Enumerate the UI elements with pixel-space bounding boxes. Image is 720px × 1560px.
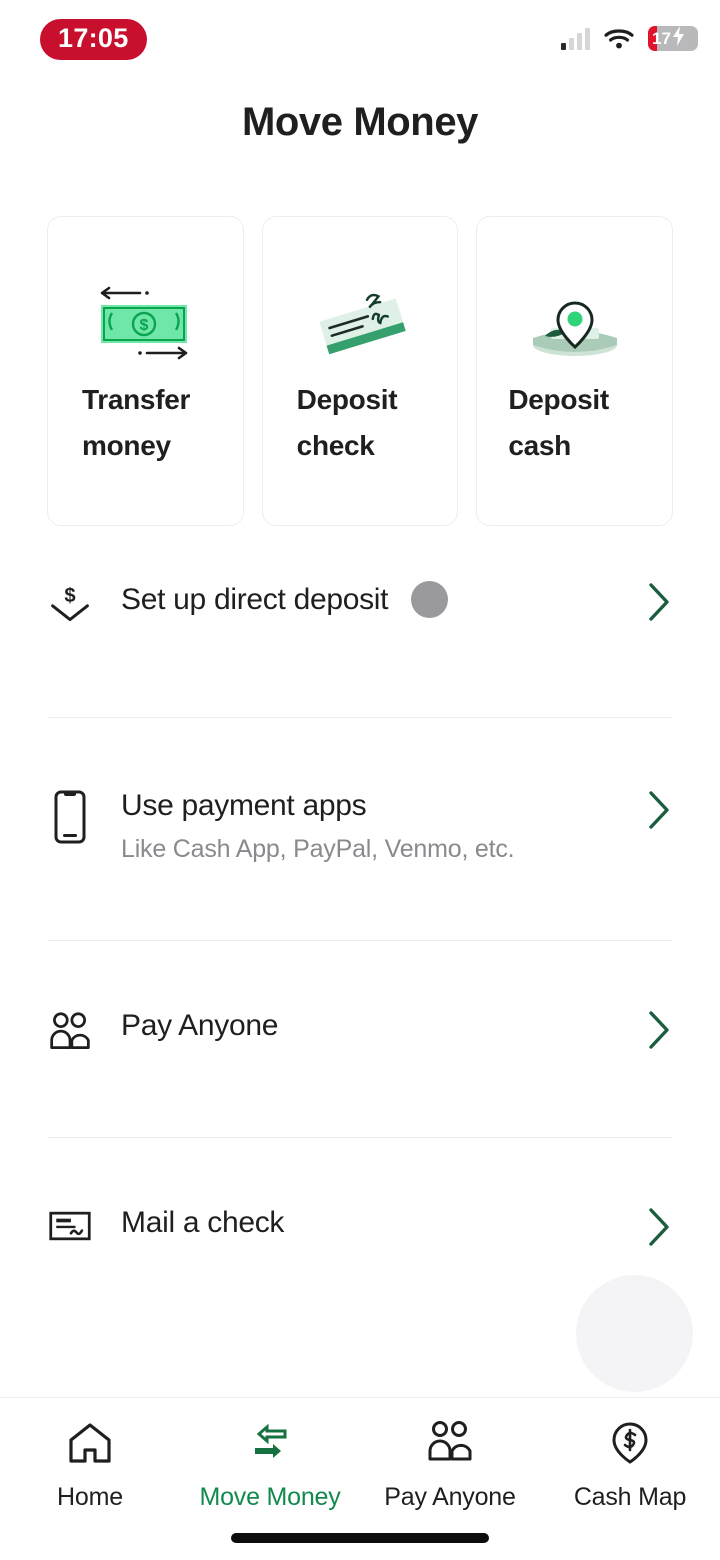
two-people-icon [48,1009,92,1057]
list-item-pay-anyone[interactable]: Pay Anyone [0,979,720,1087]
nav-item-label: Cash Map [573,1483,687,1511]
list-item-text: Set up direct deposit [121,581,634,618]
card-deposit-check[interactable]: Deposit check [261,216,459,526]
card-transfer-money[interactable]: $ Transfer money [47,216,244,526]
status-bar-indicators: 17 [561,26,698,51]
quick-action-cards: $ Transfer money Deposit check Deposit c… [47,216,674,526]
swap-arrows-icon [245,1420,295,1471]
list-item-payment-apps[interactable]: Use payment apps Like Cash App, PayPal, … [0,759,720,890]
list-item-title-wrap: Use payment apps [121,789,634,822]
nav-item-cash-map[interactable]: Cash Map [540,1398,720,1560]
list-item-subtitle: Like Cash App, PayPal, Venmo, etc. [121,835,515,863]
battery-level: 17 [652,29,671,48]
list-item-direct-deposit[interactable]: $ Set up direct deposit [0,560,720,648]
dollar-download-icon: $ [48,581,92,627]
deposit-check-illustration [263,283,458,363]
home-indicator [231,1533,489,1543]
card-label: Deposit check [296,384,398,462]
list-item-text: Pay Anyone [121,1009,634,1042]
card-label: Transfer money [82,384,191,462]
charging-bolt-icon [672,26,685,51]
list-item-title-wrap: Mail a check [121,1206,634,1239]
two-people-icon [425,1420,475,1471]
nav-item-label: Home [57,1483,123,1511]
chevron-right-icon[interactable] [646,581,672,623]
move-money-screen: 17:05 17 Move Money $ Transfer money Dep… [0,0,720,1560]
nav-item-label: Move Money [199,1483,341,1511]
home-icon [66,1420,114,1471]
list-item-title-wrap: Set up direct deposit [121,581,634,618]
svg-text:$: $ [64,585,75,607]
nav-item-home[interactable]: Home [0,1398,180,1560]
list-item-text: Use payment apps Like Cash App, PayPal, … [121,789,634,864]
status-bar: 17:05 17 [0,0,720,72]
chevron-right-icon[interactable] [646,789,672,831]
card-label: Deposit cash [508,384,609,462]
list-item-mail-check[interactable]: Mail a check [0,1176,720,1278]
list-item-text: Mail a check [121,1206,634,1239]
mobile-phone-icon [48,789,92,845]
floating-action-button[interactable] [576,1275,693,1392]
chevron-right-icon[interactable] [646,1009,672,1051]
chevron-right-icon[interactable] [646,1206,672,1248]
check-document-icon [48,1206,92,1246]
list-item-title: Mail a check [121,1206,285,1239]
action-list: $ Set up direct deposit Use payment apps… [0,560,720,1278]
list-item-title: Set up direct deposit [121,583,389,616]
list-item-title: Pay Anyone [121,1009,279,1042]
battery-icon: 17 [648,26,698,51]
wifi-icon [604,28,634,50]
card-deposit-cash[interactable]: Deposit cash [476,216,674,526]
list-item-title: Use payment apps [121,789,367,822]
cellular-signal-icon [561,27,590,50]
nav-item-label: Pay Anyone [384,1483,516,1511]
bottom-navigation: Home Move Money Pay Anyone Cash Map [0,1397,720,1560]
svg-text:$: $ [140,317,149,334]
status-bar-time: 17:05 [40,19,147,60]
page-title: Move Money [241,100,479,144]
transfer-money-illustration: $ [48,283,243,363]
deposit-cash-illustration [477,283,672,363]
map-pin-dollar-icon [606,1420,654,1471]
list-item-title-wrap: Pay Anyone [121,1009,634,1042]
status-badge [411,581,449,618]
